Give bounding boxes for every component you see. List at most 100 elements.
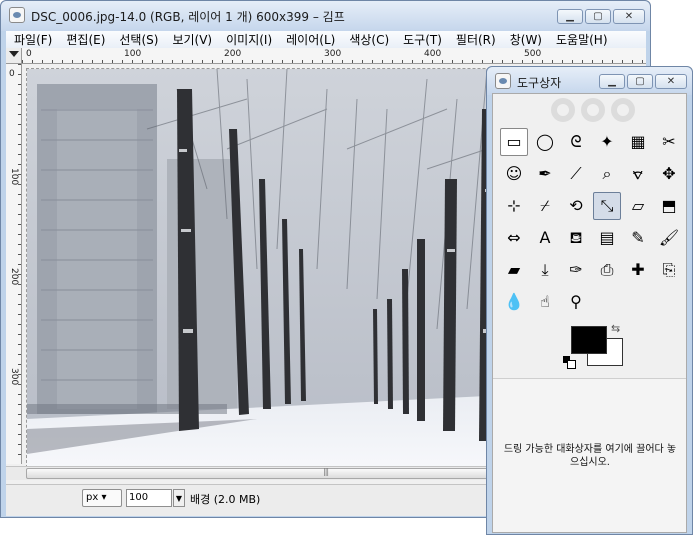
perspective-clone-tool-button[interactable]: ⎘ [655,256,683,284]
smudge-icon: ☝ [540,292,550,311]
eraser-tool-button[interactable]: ▰ [500,256,528,284]
unit-select[interactable]: px ▾ [82,489,122,507]
ruler-label: 300 [9,368,19,386]
horizontal-ruler[interactable]: 0 100 200 300 400 500 [22,48,646,64]
heal-icon: ✚ [631,260,645,279]
color-picker-tool-button[interactable]: ⟋ [562,160,590,188]
zoom-tool-button[interactable]: ⌕ [593,160,621,188]
menu-filters[interactable]: 필터(R) [448,31,502,48]
blur-sharpen-tool-button[interactable]: 💧 [500,288,528,316]
crop-tool-button[interactable]: ⌿ [531,192,559,220]
toolbox-titlebar[interactable]: 도구상자 ▁ ▢ ✕ [487,67,692,95]
toolbox-title: 도구상자 [517,76,562,90]
reset-colors-icon[interactable] [563,356,576,369]
menu-file[interactable]: 파일(F) [6,31,58,48]
menu-windows[interactable]: 창(W) [502,31,548,48]
close-button[interactable]: ✕ [655,74,687,89]
quick-mask-menu-button[interactable] [6,48,22,64]
smudge-tool-button[interactable]: ☝ [531,288,559,316]
perspective-icon: ⬒ [661,196,677,215]
ruler-label: 0 [9,69,15,79]
heal-tool-button[interactable]: ✚ [624,256,652,284]
foreground-select-tool-button[interactable]: ☺ [500,160,528,188]
align-icon: ⊹ [507,196,521,215]
maximize-button[interactable]: ▢ [585,9,611,24]
clone-icon: ⎙ [600,260,614,279]
measure-tool-button[interactable]: ⦡ [624,160,652,188]
menu-help[interactable]: 도움말(H) [548,31,614,48]
rotate-tool-button[interactable]: ⟲ [562,192,590,220]
ruler-label: 100 [9,168,19,186]
ruler-label: 100 [124,49,142,59]
zoom-input[interactable]: 100 [126,489,172,507]
lasso-select-tool-button[interactable]: ᘓ [562,128,590,156]
tool-grid: ▭ ◯ ᘓ ✦ ▦ ✂ ☺ ✒ ⟋ ⌕ ⦡ ✥ ⊹ ⌿ ⟲ ⤡ ▱ ⬒ ⇔ A ⛾ ▤ ✎ 🖌 ▰ ⤓ ✑ ⎙ ✚ ⎘ 💧 ☝ ⚲ [500,128,686,320]
scale-tool-button[interactable]: ⤡ [593,192,621,220]
pencil-icon: ✎ [631,228,645,247]
ink-icon: ✑ [569,260,583,279]
clone-tool-button[interactable]: ⎙ [593,256,621,284]
paths-tool-button[interactable]: ✒ [531,160,559,188]
close-button[interactable]: ✕ [613,9,645,24]
flip-tool-button[interactable]: ⇔ [500,224,528,252]
unit-value: px [86,492,99,503]
move-icon: ✥ [662,164,676,183]
menu-view[interactable]: 보기(V) [164,31,218,48]
scissors-select-tool-button[interactable]: ✂ [655,128,683,156]
vertical-ruler[interactable]: 0 100 200 300 [6,64,22,464]
ruler-label: 400 [424,49,442,59]
menu-colors[interactable]: 색상(C) [341,31,395,48]
rect-select-icon: ▭ [506,132,522,151]
perspective-clone-icon: ⎘ [662,260,676,279]
blend-tool-button[interactable]: ▤ [593,224,621,252]
ruler-label: 500 [524,49,542,59]
select-by-color-tool-button[interactable]: ▦ [624,128,652,156]
align-tool-button[interactable]: ⊹ [500,192,528,220]
shear-tool-button[interactable]: ▱ [624,192,652,220]
dock-drop-zone[interactable]: 드링 가능한 대화상자를 여기에 끌어다 놓으십시오. [493,378,686,532]
rect-select-tool-button[interactable]: ▭ [500,128,528,156]
menu-edit[interactable]: 편집(E) [58,31,111,48]
blur-sharpen-icon: 💧 [504,292,524,311]
gimp-wilber-icon [495,73,511,89]
menu-layer[interactable]: 레이어(L) [278,31,341,48]
foreground-select-icon: ☺ [505,164,523,183]
ink-tool-button[interactable]: ✑ [562,256,590,284]
zoom-dropdown-button[interactable]: ▼ [173,489,185,507]
paintbrush-tool-button[interactable]: 🖌 [655,224,683,252]
shear-icon: ▱ [631,196,645,215]
fuzzy-select-tool-button[interactable]: ✦ [593,128,621,156]
perspective-tool-button[interactable]: ⬒ [655,192,683,220]
foreground-color-swatch[interactable] [571,326,607,354]
bucket-fill-tool-button[interactable]: ⛾ [562,224,590,252]
image-window-titlebar[interactable]: DSC_0006.jpg-14.0 (RGB, 레이어 1 개) 600x399… [1,1,650,31]
color-picker-icon: ⟋ [570,164,582,183]
maximize-button[interactable]: ▢ [627,74,653,89]
pencil-tool-button[interactable]: ✎ [624,224,652,252]
measure-icon: ⦡ [632,164,644,183]
paintbrush-icon: 🖌 [658,228,680,247]
minimize-button[interactable]: ▁ [599,74,625,89]
ellipse-select-icon: ◯ [536,132,554,151]
airbrush-tool-button[interactable]: ⤓ [531,256,559,284]
window-title: DSC_0006.jpg-14.0 (RGB, 레이어 1 개) 600x399… [31,10,345,24]
menu-tools[interactable]: 도구(T) [395,31,448,48]
text-icon: A [539,228,551,247]
ruler-label: 200 [9,268,19,286]
drop-zone-text: 드링 가능한 대화상자를 여기에 끌어다 놓으십시오. [503,444,677,468]
zoom-icon: ⌕ [602,164,612,183]
flip-icon: ⇔ [507,228,521,247]
lasso-select-icon: ᘓ [570,132,582,151]
toolbox-body: ▭ ◯ ᘓ ✦ ▦ ✂ ☺ ✒ ⟋ ⌕ ⦡ ✥ ⊹ ⌿ ⟲ ⤡ ▱ ⬒ ⇔ A ⛾ ▤ ✎ 🖌 ▰ ⤓ ✑ ⎙ ✚ ⎘ 💧 ☝ ⚲ ⇆ 드링 가… [492,93,687,533]
wilber-watermark-icon [551,98,635,122]
move-tool-button[interactable]: ✥ [655,160,683,188]
minimize-button[interactable]: ▁ [557,9,583,24]
ruler-label: 0 [26,49,32,59]
menu-image[interactable]: 이미지(I) [218,31,278,48]
text-tool-button[interactable]: A [531,224,559,252]
swap-colors-icon[interactable]: ⇆ [611,322,620,335]
dodge-burn-tool-button[interactable]: ⚲ [562,288,590,316]
menu-select[interactable]: 선택(S) [111,31,164,48]
fuzzy-select-icon: ✦ [600,132,614,151]
ellipse-select-tool-button[interactable]: ◯ [531,128,559,156]
